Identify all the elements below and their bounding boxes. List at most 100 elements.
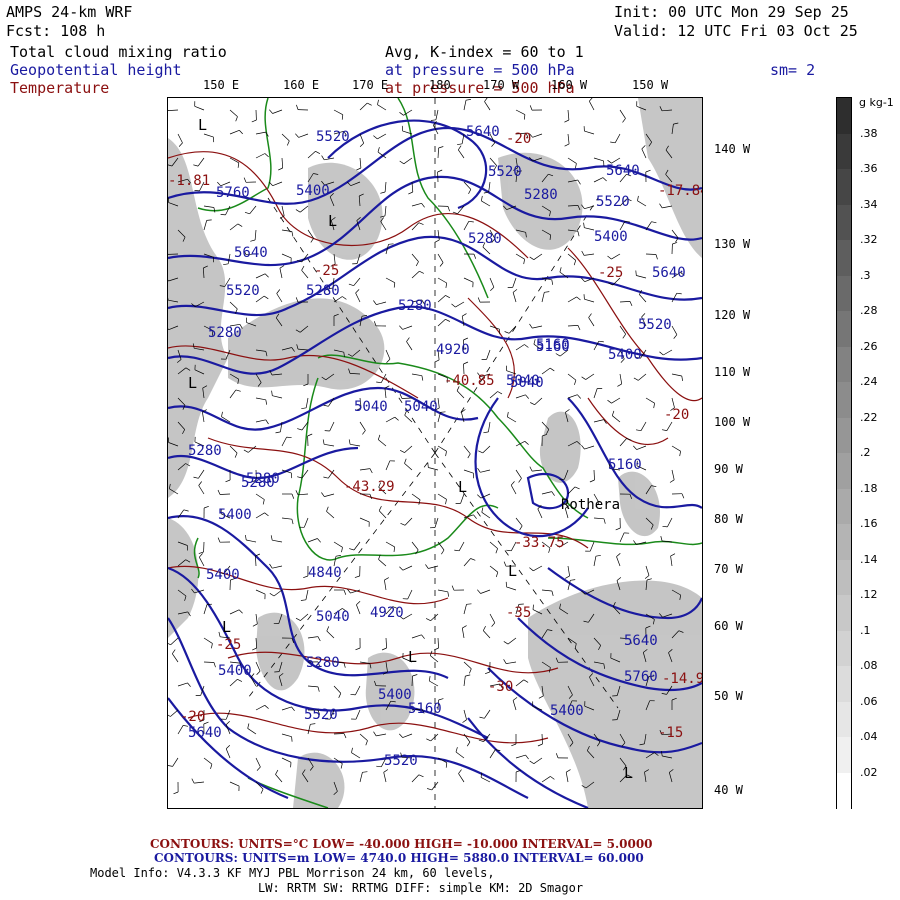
colorbar-units: g kg-1 (859, 96, 894, 109)
wind-barb (584, 205, 595, 210)
wind-barb-flag (659, 203, 663, 209)
height-label: 5280 (468, 231, 502, 247)
wind-barb (378, 439, 387, 447)
wind-barb-flag (589, 479, 595, 483)
wind-barb-flag (559, 267, 562, 273)
wind-barb-flag (225, 745, 231, 750)
edge-label: 90 W (714, 462, 743, 476)
wind-barb (611, 253, 621, 260)
wind-barb-flag (481, 195, 483, 201)
wind-barb-flag (321, 155, 325, 160)
wind-barb-flag (359, 143, 364, 147)
wind-barb (567, 133, 570, 144)
wind-barb (229, 781, 240, 787)
wind-barb (489, 565, 499, 573)
wind-barb-flag (479, 716, 485, 719)
wind-barb-flag (506, 549, 512, 552)
wind-barb-flag (447, 206, 450, 212)
wind-barb (307, 151, 316, 159)
wind-barb (203, 205, 214, 208)
edge-label: 70 W (714, 562, 743, 576)
wind-barb-flag (611, 410, 615, 416)
wind-barb (229, 609, 240, 615)
wind-barb-flag (187, 682, 191, 687)
wind-barb-flag (198, 551, 204, 554)
wind-barb-flag (322, 439, 325, 445)
colorbar-tick-label: .3 (860, 268, 871, 282)
wind-barb-flag (495, 548, 498, 554)
wind-barb-flag (381, 647, 387, 651)
wind-barb (177, 725, 184, 735)
wind-barb (385, 277, 395, 284)
colorbar-tick-label: .36 (860, 162, 878, 175)
wind-barb-flag (243, 449, 249, 453)
colorbar-segment (837, 417, 851, 454)
temp-label: -25 (598, 265, 624, 281)
wind-barb (480, 589, 491, 594)
wind-barb-flag (291, 736, 293, 742)
wind-barb (359, 133, 365, 144)
height-label: 5520 (316, 129, 350, 145)
wind-barb (461, 628, 465, 639)
wind-barb-flag (365, 740, 368, 746)
map-panel[interactable]: 5520 5640 5520 5640 5760 5400 5280 5280 … (167, 97, 703, 809)
wind-barb (255, 589, 266, 595)
wind-barb (430, 655, 439, 663)
wind-barb-flag (533, 339, 536, 345)
wind-barb-flag (355, 289, 360, 294)
wind-barb (637, 200, 647, 207)
wind-barb (404, 414, 413, 423)
wind-barb-flag (367, 102, 372, 106)
wind-barb (255, 613, 258, 624)
wind-barb (458, 149, 465, 159)
wind-barb (272, 395, 283, 399)
wind-barb (506, 661, 517, 664)
wind-barb-flag (321, 492, 325, 497)
wind-barb (611, 397, 621, 404)
height-label: 5520 (384, 753, 418, 769)
wind-barb (172, 653, 179, 663)
wind-barb-flag (221, 411, 223, 417)
wind-barb (255, 153, 266, 159)
wind-barb-flag (551, 590, 554, 596)
wind-barb-flag (173, 791, 179, 795)
wind-barb-flag (251, 119, 257, 123)
wind-barb (463, 445, 471, 455)
height-label: 5040 (404, 399, 438, 415)
wind-barb-flag (511, 743, 517, 747)
wind-barb (255, 512, 265, 519)
wind-barb (227, 253, 231, 264)
wind-barb-flag (555, 753, 559, 759)
height-label: 5520 (226, 283, 260, 299)
wind-barb-flag (315, 150, 321, 155)
wind-barb (384, 205, 387, 216)
wind-barb-flag (377, 434, 381, 440)
height-label: 5400 (378, 687, 412, 703)
temp-label: -20 (664, 407, 690, 423)
wind-barb (481, 200, 491, 207)
wind-barb (482, 246, 491, 255)
wind-barb (593, 556, 597, 567)
wind-barb (483, 630, 491, 639)
wind-barb (480, 469, 491, 473)
wind-barb-flag (400, 522, 406, 526)
wind-barb-flag (349, 548, 355, 551)
wind-barb (355, 685, 361, 696)
wind-barb (515, 253, 525, 260)
wind-barb-flag (484, 671, 490, 675)
wind-barb-flag (523, 259, 525, 265)
wind-barb (203, 604, 208, 615)
wind-barb-flag (463, 361, 469, 365)
height-label: 5400 (218, 663, 252, 679)
wind-barb (307, 685, 319, 688)
wind-barb-flag (317, 636, 321, 642)
wind-barb (402, 325, 413, 330)
wind-barb (512, 277, 517, 288)
wind-barb-flag (279, 265, 285, 269)
wind-barb (255, 704, 265, 711)
wind-barb (411, 202, 422, 207)
colorbar-tick-label: .34 (860, 197, 878, 211)
wind-barb-flag (637, 195, 639, 201)
height-label: 5400 (550, 703, 584, 719)
wind-barb (355, 292, 361, 303)
